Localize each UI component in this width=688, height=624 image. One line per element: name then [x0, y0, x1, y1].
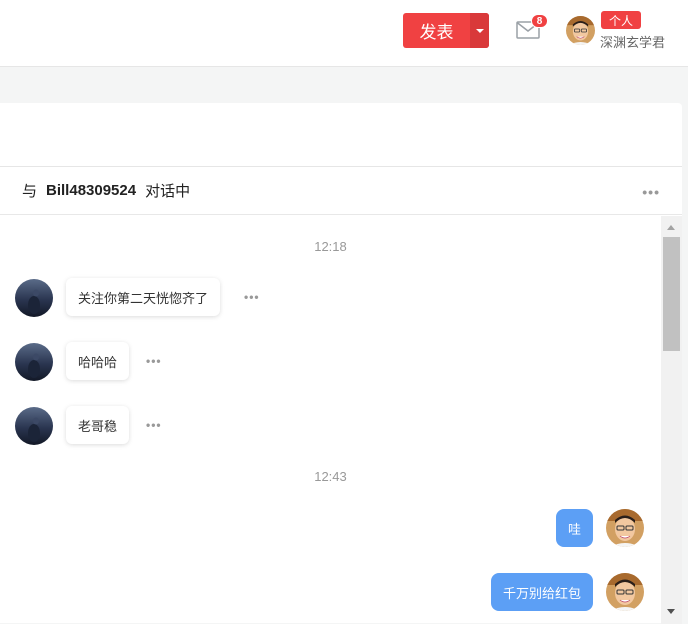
header-prefix: 与	[22, 183, 38, 200]
top-bar: 发表 8 个人 深渊玄学君	[0, 0, 688, 67]
avatar[interactable]	[15, 407, 53, 445]
chat-panel: 与 Bill48309524 对话中 ••• 12:18 关注你第二天恍惚齐了 …	[0, 166, 682, 624]
incoming-message[interactable]: 关注你第二天恍惚齐了	[66, 278, 221, 316]
header-status: 对话中	[145, 183, 191, 200]
outgoing-message[interactable]: 千万别给红包	[490, 573, 593, 611]
scroll-up-icon[interactable]	[667, 225, 675, 230]
avatar[interactable]	[15, 343, 53, 381]
avatar[interactable]	[606, 509, 644, 547]
message-list: 12:18 关注你第二天恍惚齐了 ••• 哈哈哈 ••• 老哥稳 ••• 12:…	[0, 216, 661, 624]
chat-header: 与 Bill48309524 对话中 •••	[0, 167, 682, 215]
profile-name[interactable]: 深渊玄学君	[600, 32, 665, 51]
incoming-message[interactable]: 老哥稳	[66, 406, 130, 444]
publish-button[interactable]: 发表	[403, 13, 470, 48]
message-more-icon[interactable]: •••	[146, 418, 162, 432]
partner-name[interactable]: Bill48309524	[46, 182, 136, 199]
scrollbar-thumb[interactable]	[663, 237, 680, 351]
incoming-message[interactable]: 哈哈哈	[66, 342, 130, 380]
profile-badge: 个人	[601, 11, 641, 29]
message-more-icon[interactable]: •••	[146, 354, 162, 368]
content-panel-top	[0, 103, 682, 166]
message-more-icon[interactable]: •••	[244, 290, 260, 304]
message-timestamp: 12:43	[314, 469, 347, 484]
more-options-icon[interactable]: •••	[642, 184, 660, 200]
publish-dropdown-button[interactable]	[470, 13, 489, 48]
message-timestamp: 12:18	[314, 239, 347, 254]
avatar[interactable]	[566, 16, 595, 45]
mail-count-badge: 8	[531, 14, 548, 28]
publish-button-group: 发表	[403, 13, 489, 48]
scrollbar[interactable]	[661, 216, 682, 624]
avatar[interactable]	[15, 279, 53, 317]
outgoing-message[interactable]: 哇	[555, 509, 593, 547]
scroll-down-icon[interactable]	[667, 609, 675, 614]
avatar[interactable]	[606, 573, 644, 611]
chevron-down-icon	[475, 28, 484, 33]
